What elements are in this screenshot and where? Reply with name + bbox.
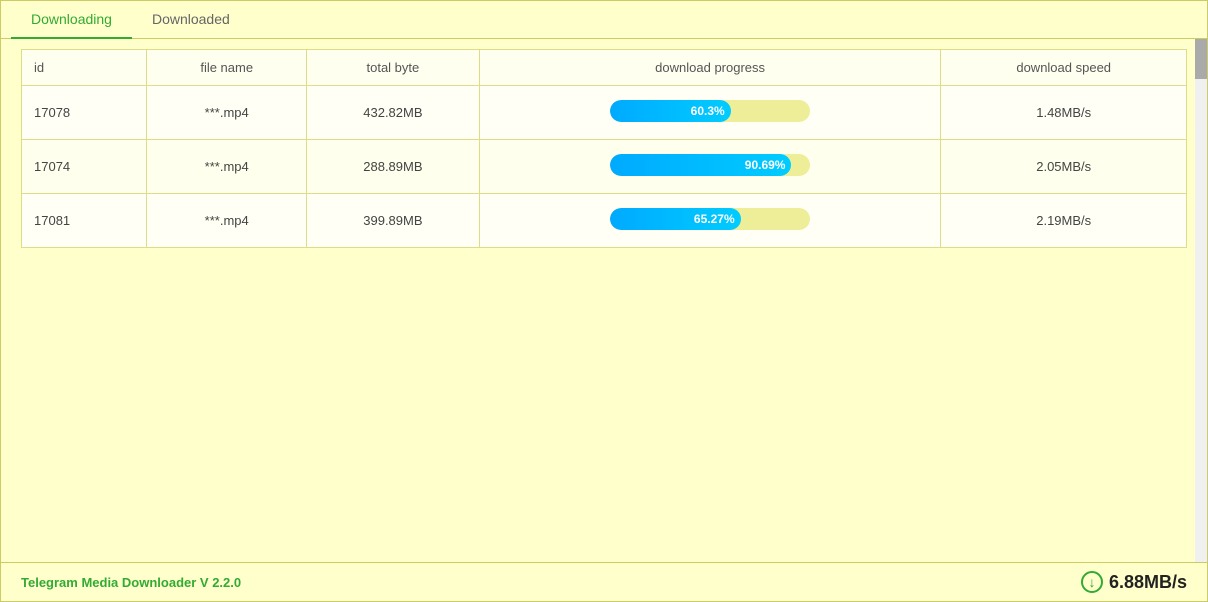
cell-speed: 1.48MB/s bbox=[941, 86, 1187, 140]
brand-version: V 2.2.0 bbox=[200, 575, 241, 590]
progress-label: 60.3% bbox=[691, 104, 725, 118]
progress-label: 90.69% bbox=[745, 158, 786, 172]
footer: Telegram Media Downloader V 2.2.0 ↓ 6.88… bbox=[1, 562, 1207, 601]
cell-speed: 2.05MB/s bbox=[941, 140, 1187, 194]
table-row: 17074***.mp4288.89MB 90.69% 2.05MB/s bbox=[22, 140, 1187, 194]
tab-bar: Downloading Downloaded bbox=[1, 1, 1207, 39]
cell-filename: ***.mp4 bbox=[147, 86, 307, 140]
progress-bar-container: 90.69% bbox=[610, 154, 810, 176]
col-header-id: id bbox=[22, 50, 147, 86]
cell-filename: ***.mp4 bbox=[147, 140, 307, 194]
progress-bar-fill: 60.3% bbox=[610, 100, 731, 122]
cell-speed: 2.19MB/s bbox=[941, 194, 1187, 248]
scrollbar-thumb[interactable] bbox=[1195, 39, 1207, 79]
col-header-filename: file name bbox=[147, 50, 307, 86]
cell-totalbyte: 288.89MB bbox=[306, 140, 479, 194]
outer-wrapper: id file name total byte download progres… bbox=[1, 39, 1207, 562]
table-row: 17081***.mp4399.89MB 65.27% 2.19MB/s bbox=[22, 194, 1187, 248]
cell-filename: ***.mp4 bbox=[147, 194, 307, 248]
cell-progress: 60.3% bbox=[479, 86, 941, 140]
col-header-speed: download speed bbox=[941, 50, 1187, 86]
cell-id: 17081 bbox=[22, 194, 147, 248]
table-row: 17078***.mp4432.82MB 60.3% 1.48MB/s bbox=[22, 86, 1187, 140]
cell-totalbyte: 399.89MB bbox=[306, 194, 479, 248]
scrollbar-track[interactable] bbox=[1195, 39, 1207, 562]
content-area: id file name total byte download progres… bbox=[1, 39, 1207, 562]
col-header-totalbyte: total byte bbox=[306, 50, 479, 86]
footer-brand: Telegram Media Downloader V 2.2.0 bbox=[21, 575, 241, 590]
cell-id: 17078 bbox=[22, 86, 147, 140]
download-icon: ↓ bbox=[1081, 571, 1103, 593]
progress-label: 65.27% bbox=[694, 212, 735, 226]
cell-progress: 90.69% bbox=[479, 140, 941, 194]
brand-text: Telegram Media Downloader bbox=[21, 575, 196, 590]
progress-bar-container: 60.3% bbox=[610, 100, 810, 122]
table-area: id file name total byte download progres… bbox=[1, 39, 1207, 311]
tab-downloading[interactable]: Downloading bbox=[11, 1, 132, 39]
cell-totalbyte: 432.82MB bbox=[306, 86, 479, 140]
main-container: Downloading Downloaded id file name tota… bbox=[0, 0, 1208, 602]
downloads-table: id file name total byte download progres… bbox=[21, 49, 1187, 248]
table-header-row: id file name total byte download progres… bbox=[22, 50, 1187, 86]
progress-bar-container: 65.27% bbox=[610, 208, 810, 230]
footer-speed: ↓ 6.88MB/s bbox=[1081, 571, 1187, 593]
empty-area bbox=[1, 311, 1207, 563]
tab-downloaded[interactable]: Downloaded bbox=[132, 1, 250, 39]
col-header-progress: download progress bbox=[479, 50, 941, 86]
progress-bar-fill: 90.69% bbox=[610, 154, 791, 176]
cell-progress: 65.27% bbox=[479, 194, 941, 248]
progress-bar-fill: 65.27% bbox=[610, 208, 741, 230]
cell-id: 17074 bbox=[22, 140, 147, 194]
total-speed-value: 6.88MB/s bbox=[1109, 572, 1187, 593]
